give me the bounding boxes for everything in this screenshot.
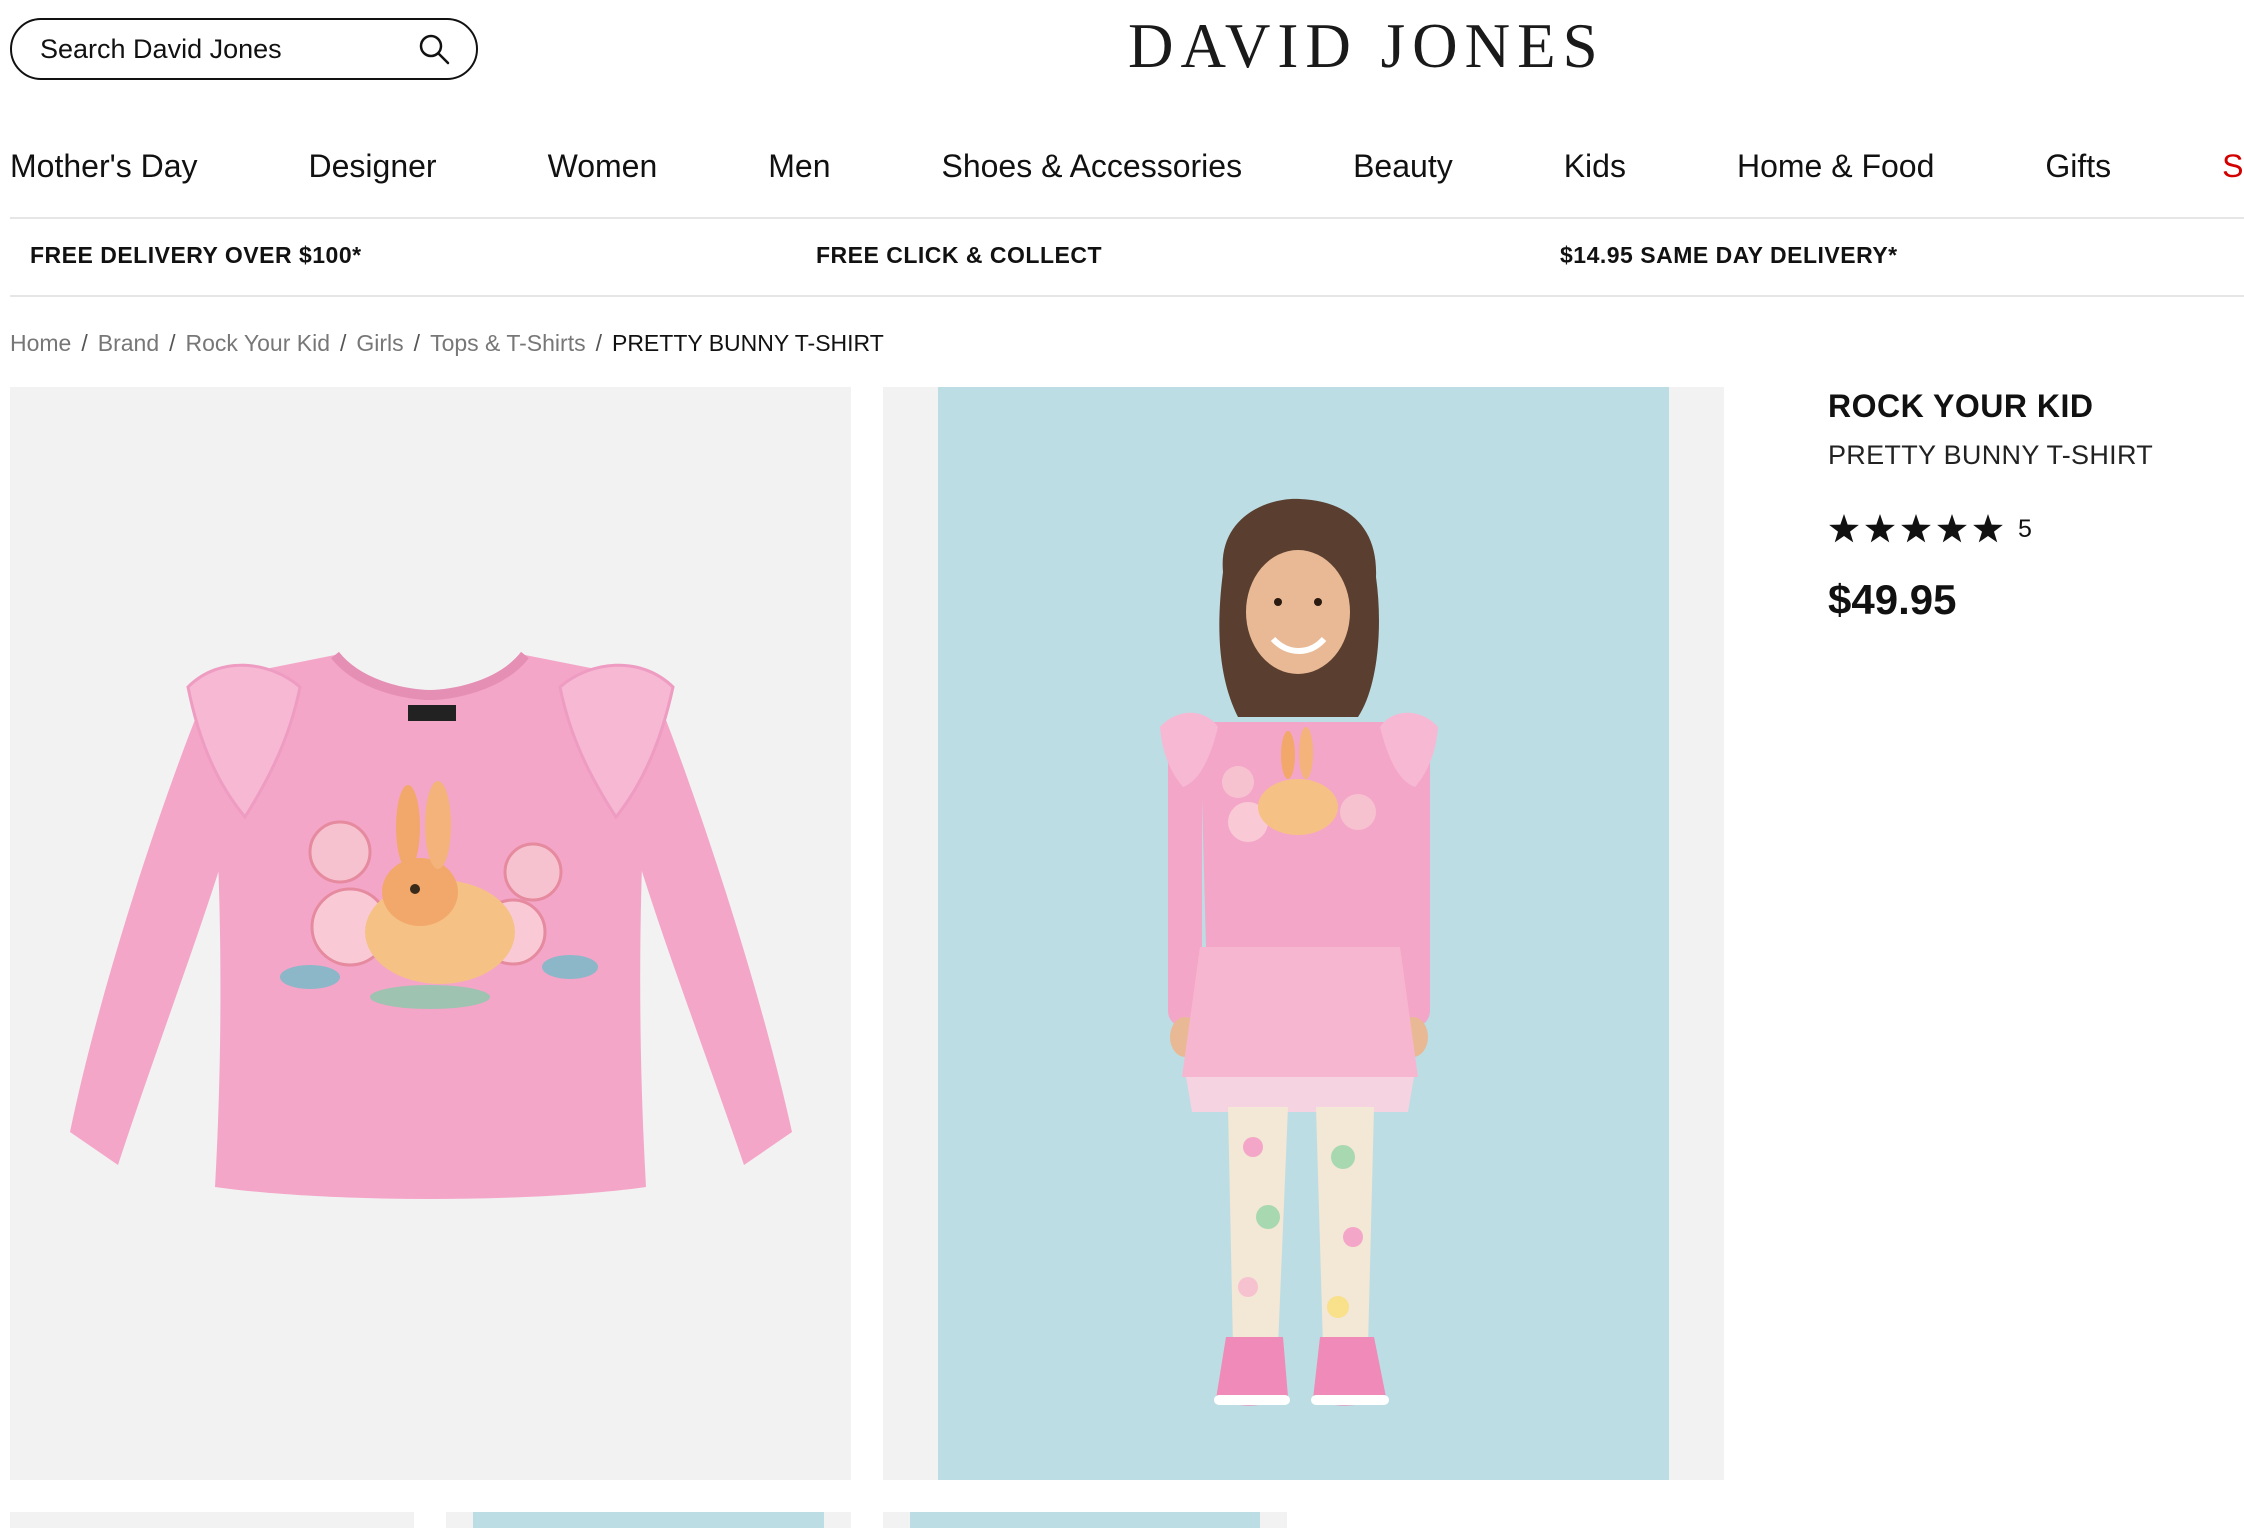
star-icon bbox=[1937, 514, 1967, 543]
product-brand[interactable]: ROCK YOUR KID bbox=[1828, 388, 2093, 425]
breadcrumb-home[interactable]: Home bbox=[10, 330, 71, 356]
product-price: $49.95 bbox=[1828, 576, 1957, 623]
star-icon bbox=[1973, 514, 2003, 543]
nav-gifts[interactable]: Gifts bbox=[2045, 148, 2111, 198]
product-image-flat[interactable] bbox=[10, 387, 851, 1480]
shirt-illustration bbox=[70, 651, 792, 1199]
breadcrumb-current: PRETTY BUNNY T-SHIRT bbox=[611, 330, 884, 356]
nav-beauty[interactable]: Beauty bbox=[1353, 148, 1453, 198]
nav-designer[interactable]: Designer bbox=[309, 148, 437, 198]
promo-click-collect[interactable]: FREE CLICK & COLLECT bbox=[816, 242, 1102, 269]
breadcrumb-rock-your-kid[interactable]: Rock Your Kid bbox=[186, 330, 330, 356]
star-icon bbox=[1901, 514, 1931, 543]
product-image-model[interactable] bbox=[883, 387, 1724, 1480]
product-rating[interactable]: 5 bbox=[1828, 514, 2032, 544]
main-nav: Mother's Day Designer Women Men Shoes & … bbox=[10, 148, 2244, 198]
nav-kids[interactable]: Kids bbox=[1564, 148, 1626, 198]
nav-shoes-accessories[interactable]: Shoes & Accessories bbox=[941, 148, 1242, 198]
breadcrumb-separator: / bbox=[413, 330, 421, 356]
thumbnail-backdrop bbox=[473, 1512, 824, 1528]
breadcrumb-separator: / bbox=[595, 330, 602, 356]
breadcrumb: Home / Brand / Rock Your Kid / Girls / Tops & T-… bbox=[10, 330, 884, 357]
breadcrumb-separator: / bbox=[81, 330, 88, 356]
model-illustration bbox=[1160, 498, 1438, 1406]
nav-women[interactable]: Women bbox=[548, 148, 658, 198]
star-icon bbox=[1829, 514, 1859, 543]
promo-same-day[interactable]: $14.95 SAME DAY DELIVERY* bbox=[1560, 242, 1898, 269]
breadcrumb-brand[interactable]: Brand bbox=[98, 330, 159, 356]
nav-home-food[interactable]: Home & Food bbox=[1737, 148, 1934, 198]
site-logo[interactable]: DAVID JONES bbox=[1128, 10, 1605, 83]
search-input[interactable] bbox=[38, 32, 416, 66]
search-icon[interactable] bbox=[416, 31, 452, 67]
promo-divider bbox=[10, 295, 2244, 297]
nav-sale[interactable]: Sal bbox=[2222, 148, 2244, 198]
thumbnail-2[interactable] bbox=[446, 1512, 851, 1528]
breadcrumb-separator: / bbox=[340, 330, 347, 356]
breadcrumb-girls[interactable]: Girls bbox=[356, 330, 403, 356]
thumbnail-1[interactable] bbox=[10, 1512, 414, 1528]
star-icon bbox=[1865, 514, 1895, 543]
search-bar[interactable] bbox=[10, 18, 478, 80]
thumbnail-3[interactable] bbox=[883, 1512, 1287, 1528]
breadcrumb-tops[interactable]: Tops & T-Shirts bbox=[430, 330, 586, 356]
nav-divider bbox=[10, 217, 2244, 219]
nav-men[interactable]: Men bbox=[768, 148, 830, 198]
breadcrumb-separator: / bbox=[169, 330, 176, 356]
rating-stars bbox=[1828, 514, 2004, 544]
product-name: PRETTY BUNNY T-SHIRT bbox=[1828, 440, 2154, 470]
nav-mothers-day[interactable]: Mother's Day bbox=[10, 148, 198, 198]
thumbnail-backdrop bbox=[910, 1512, 1260, 1528]
promo-free-delivery[interactable]: FREE DELIVERY OVER $100* bbox=[30, 242, 362, 269]
review-count[interactable]: 5 bbox=[2018, 515, 2032, 544]
